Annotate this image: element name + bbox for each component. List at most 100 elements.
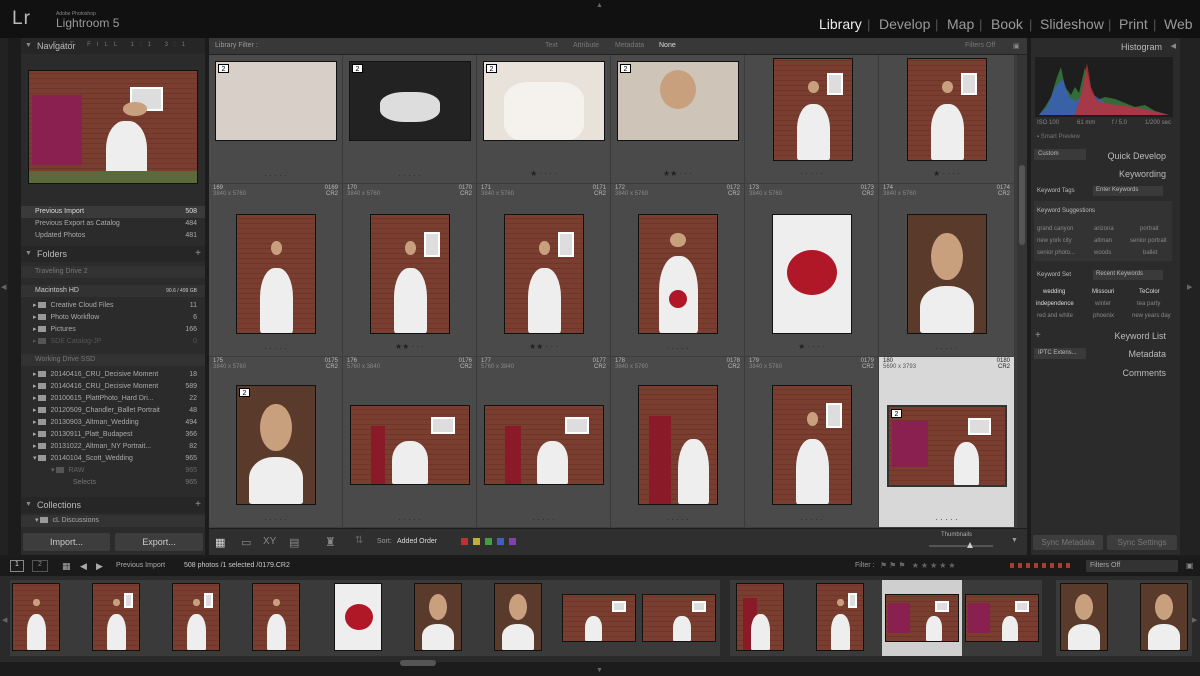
- thumbnail[interactable]: 2: [236, 385, 316, 505]
- quick-develop-preset[interactable]: Custom: [1034, 149, 1086, 160]
- thumbnail[interactable]: [772, 214, 852, 334]
- back-icon[interactable]: ◀: [80, 561, 87, 572]
- navigator-preview[interactable]: [28, 70, 198, 184]
- rating[interactable]: ★ · · · ·: [477, 169, 610, 178]
- keyword-set-item[interactable]: independence: [1036, 301, 1074, 307]
- grid-cell[interactable]: 169 0169 3840 x 5760 CR2 · · · · ·: [209, 184, 343, 356]
- rating[interactable]: · · · · ·: [209, 515, 342, 524]
- grid-cell[interactable]: 173 0173 3840 x 5760 CR2 ★ · · · ·: [745, 184, 879, 356]
- keyword-suggestion[interactable]: ballet: [1143, 250, 1157, 256]
- rating[interactable]: ★ · · · ·: [745, 342, 878, 351]
- color-label-yellow[interactable]: [473, 538, 480, 545]
- keyword-suggestion[interactable]: portrait: [1140, 226, 1159, 232]
- rating[interactable]: · · · · ·: [745, 169, 878, 178]
- catalog-previous-import[interactable]: Previous Import 508: [21, 206, 205, 218]
- thumbnail[interactable]: [236, 214, 316, 334]
- smart-preview[interactable]: ▪ Smart Preview: [1037, 134, 1080, 140]
- filmstrip-source[interactable]: Previous Import: [116, 562, 165, 569]
- module-library[interactable]: Library: [819, 16, 862, 32]
- rating[interactable]: ★ · · · ·: [879, 169, 1014, 178]
- spray-can-icon[interactable]: ♜: [325, 535, 336, 549]
- thumbnail[interactable]: 2: [215, 61, 337, 141]
- add-folder-icon[interactable]: +: [195, 248, 201, 259]
- collapse-bottom-icon[interactable]: ▼: [596, 667, 603, 674]
- keyword-suggestion[interactable]: altman: [1094, 238, 1112, 244]
- keyword-entry-dropdown[interactable]: Enter Keywords: [1093, 186, 1163, 196]
- grid-cell[interactable]: 178 0178 3840 x 5760 CR2 · · · · ·: [611, 357, 745, 527]
- comments-header[interactable]: Comments: [1122, 368, 1166, 378]
- grid-cell[interactable]: 175 0175 3840 x 5760 CR2 2 · · · · ·: [209, 357, 343, 527]
- collections-header[interactable]: ▼ Collections +: [21, 497, 205, 513]
- folder-item[interactable]: ▸ Pictures 166: [21, 324, 205, 336]
- grid-cell[interactable]: · · · · ·: [745, 55, 879, 183]
- thumbnail-size-slider[interactable]: [929, 542, 993, 548]
- folder-item[interactable]: Selects 965: [21, 477, 205, 489]
- rating[interactable]: · · · · ·: [209, 171, 342, 180]
- folder-item[interactable]: ▾ RAW 965: [21, 465, 205, 477]
- grid-cell[interactable]: 171 0171 3840 x 5760 CR2 ★★ · · ·: [477, 184, 611, 356]
- folder-item[interactable]: ▾ 20140104_Scott_Wedding 965: [21, 453, 205, 465]
- collapse-icon[interactable]: ◀: [1171, 42, 1176, 50]
- folder-item[interactable]: ▸ 20131022_Altman_NY Portrait... 82: [21, 441, 205, 453]
- filmstrip-count[interactable]: 508 photos /1 selected /0179.CR2: [184, 562, 290, 569]
- catalog-previous-export[interactable]: Previous Export as Catalog 484: [21, 218, 205, 230]
- volume-working-drive[interactable]: Working Drive SSD: [21, 354, 205, 366]
- filmstrip-thumb[interactable]: [10, 580, 90, 656]
- rating[interactable]: ★★ · · ·: [343, 342, 476, 351]
- thumbnail[interactable]: [638, 214, 718, 334]
- filter-metadata[interactable]: Metadata: [615, 42, 644, 49]
- grid-cell[interactable]: 2 ★ · · · ·: [477, 55, 611, 183]
- thumbnail[interactable]: 2: [483, 61, 605, 141]
- add-keyword-icon[interactable]: +: [1035, 330, 1041, 341]
- color-label-green[interactable]: [485, 538, 492, 545]
- filmstrip-thumb[interactable]: [1136, 580, 1192, 656]
- keyword-suggestion[interactable]: woods: [1094, 250, 1111, 256]
- sort-direction-icon[interactable]: ⇅: [355, 535, 363, 546]
- filter-text[interactable]: Text: [545, 42, 558, 49]
- filmstrip-thumb[interactable]: [250, 580, 330, 656]
- sync-settings-button[interactable]: Sync Settings: [1107, 535, 1177, 550]
- toolbar-menu-icon[interactable]: ▼: [1011, 537, 1018, 544]
- sort-dropdown[interactable]: Added Order: [397, 538, 437, 545]
- metadata-preset[interactable]: IPTC Extens...: [1034, 348, 1086, 359]
- loupe-view-icon[interactable]: ▭: [241, 536, 251, 549]
- keyword-set-item[interactable]: red and white: [1037, 313, 1073, 319]
- folder-item[interactable]: ▸ 20140416_CRU_Decisive Moment 18: [21, 369, 205, 381]
- thumbnail[interactable]: 2: [349, 61, 471, 141]
- flag-filter-icons[interactable]: ⚑⚑⚑ ★★★★★: [880, 561, 958, 570]
- filmstrip-thumb[interactable]: [810, 580, 890, 656]
- module-map[interactable]: Map: [947, 16, 974, 32]
- thumbnail[interactable]: [907, 58, 987, 161]
- grid-cell[interactable]: ★ · · · ·: [879, 55, 1015, 183]
- rating[interactable]: ★★ · · ·: [477, 342, 610, 351]
- keyword-set-item[interactable]: new years day: [1132, 313, 1171, 319]
- grid-cell[interactable]: 176 0176 5760 x 3840 CR2 · · · · ·: [343, 357, 477, 527]
- filmstrip-thumb[interactable]: [170, 580, 250, 656]
- filter-preset-dropdown[interactable]: Filters Off: [1086, 560, 1178, 572]
- forward-icon[interactable]: ▶: [96, 561, 103, 572]
- filmstrip-thumb[interactable]: [730, 580, 810, 656]
- filmstrip-thumb[interactable]: [90, 580, 170, 656]
- grid-cell[interactable]: 172 0172 3840 x 5760 CR2 · · · · ·: [611, 184, 745, 356]
- compare-view-icon[interactable]: XY: [263, 536, 276, 547]
- navigator-header[interactable]: ▼ Navigator FIT FILL 1:1 3:1: [21, 38, 205, 54]
- import-button[interactable]: Import...: [23, 533, 110, 551]
- rating[interactable]: · · · · ·: [879, 344, 1014, 353]
- volume-macintosh-hd[interactable]: Macintosh HD 90.6 / 499 GB: [21, 285, 205, 297]
- rating[interactable]: · · · · ·: [209, 344, 342, 353]
- module-web[interactable]: Web: [1164, 16, 1193, 32]
- color-label-purple[interactable]: [509, 538, 516, 545]
- filter-none[interactable]: None: [659, 42, 676, 49]
- filmstrip-thumb[interactable]: [490, 580, 570, 656]
- grid-cell[interactable]: 2 · · · · ·: [209, 55, 343, 183]
- collapse-top-icon[interactable]: ▲: [596, 2, 603, 9]
- secondary-window-1[interactable]: 1: [10, 560, 24, 572]
- filter-presets[interactable]: Filters Off: [965, 42, 995, 49]
- filmstrip-thumb[interactable]: [962, 580, 1042, 656]
- keyword-set-item[interactable]: winter: [1095, 301, 1111, 307]
- folder-item[interactable]: ▸ Photo Workflow 6: [21, 312, 205, 324]
- folder-item[interactable]: ▸ 20120509_Chandler_Ballet Portrait 48: [21, 405, 205, 417]
- rating[interactable]: · · · · ·: [879, 515, 1014, 524]
- histogram-header[interactable]: Histogram: [1121, 42, 1162, 52]
- thumbnail[interactable]: [484, 405, 604, 485]
